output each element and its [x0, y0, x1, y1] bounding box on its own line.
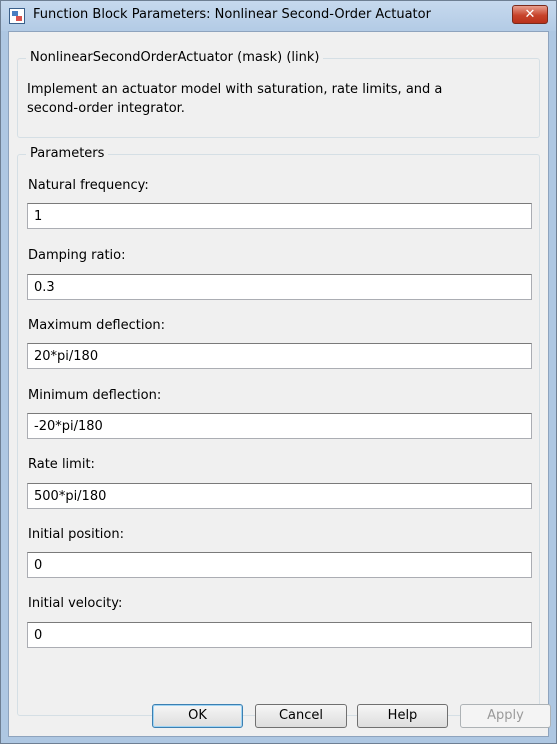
damping-ratio-field[interactable] — [27, 274, 532, 300]
damping-ratio-label: Damping ratio: — [28, 248, 126, 263]
initial-position-field[interactable] — [27, 552, 532, 578]
dialog-window: Function Block Parameters: Nonlinear Sec… — [0, 0, 557, 744]
mask-header: NonlinearSecondOrderActuator (mask) (lin… — [26, 50, 324, 65]
minimum-deflection-label: Minimum deflection: — [28, 388, 162, 403]
natural-frequency-field[interactable] — [27, 203, 532, 229]
initial-velocity-field[interactable] — [27, 622, 532, 648]
maximum-deflection-label: Maximum deflection: — [28, 318, 166, 333]
dialog-client-area: NonlinearSecondOrderActuator (mask) (lin… — [8, 31, 549, 737]
title-bar[interactable]: Function Block Parameters: Nonlinear Sec… — [1, 1, 556, 31]
maximum-deflection-field[interactable] — [27, 343, 532, 369]
help-button[interactable]: Help — [357, 704, 448, 728]
rate-limit-field[interactable] — [27, 483, 532, 509]
initial-velocity-label: Initial velocity: — [28, 596, 123, 611]
natural-frequency-label: Natural frequency: — [28, 178, 149, 193]
simulink-block-icon — [9, 8, 25, 24]
apply-button[interactable]: Apply — [460, 704, 551, 728]
rate-limit-label: Rate limit: — [28, 457, 95, 472]
parameters-legend: Parameters — [26, 146, 109, 161]
window-title: Function Block Parameters: Nonlinear Sec… — [33, 7, 431, 22]
close-button[interactable]: ✕ — [512, 5, 548, 24]
cancel-button[interactable]: Cancel — [255, 704, 347, 728]
ok-button[interactable]: OK — [152, 704, 243, 728]
minimum-deflection-field[interactable] — [27, 413, 532, 439]
mask-description: Implement an actuator model with saturat… — [27, 82, 443, 116]
initial-position-label: Initial position: — [28, 527, 124, 542]
